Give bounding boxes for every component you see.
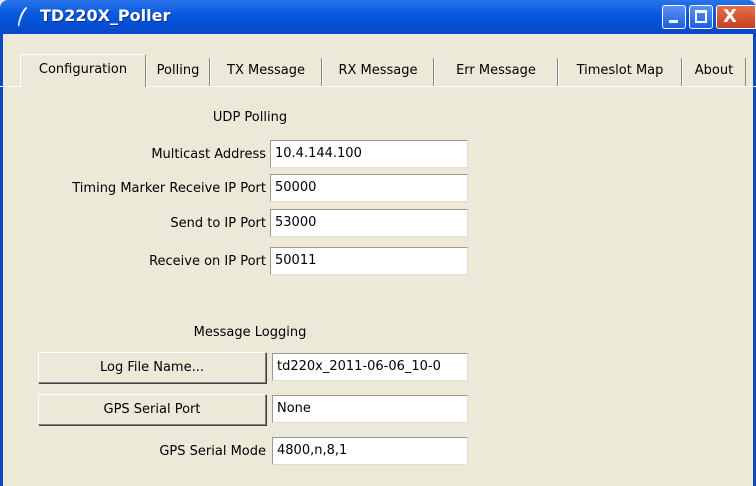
maximize-button[interactable] (689, 5, 713, 29)
log-file-name-input[interactable]: td220x_2011-06-06_10-0 (272, 353, 468, 381)
tab-configuration[interactable]: Configuration (20, 54, 146, 87)
feather-icon (17, 6, 28, 27)
close-button[interactable]: X (716, 5, 756, 29)
send-to-port-input[interactable]: 53000 (270, 209, 468, 237)
title-bar[interactable]: TD220X_Poller X (0, 0, 756, 34)
window-border-left (0, 34, 3, 486)
close-icon: X (723, 6, 737, 27)
multicast-address-input[interactable]: 10.4.144.100 (270, 140, 468, 168)
timing-marker-port-label: Timing Marker Receive IP Port (72, 181, 266, 196)
gps-serial-port-button[interactable]: GPS Serial Port (38, 394, 266, 425)
udp-polling-heading: UDP Polling (212, 110, 288, 125)
tab-polling[interactable]: Polling (146, 58, 210, 86)
app-window: TD220X_Poller X Configuration Polling TX… (0, 0, 756, 486)
window-title: TD220X_Poller (40, 6, 171, 25)
receive-on-port-input[interactable]: 50011 (270, 247, 468, 275)
tab-timeslot-map[interactable]: Timeslot Map (558, 58, 682, 86)
timing-marker-port-input[interactable]: 50000 (270, 174, 468, 202)
gps-serial-mode-label: GPS Serial Mode (159, 444, 266, 459)
send-to-port-label: Send to IP Port (170, 216, 266, 231)
minimize-button[interactable] (662, 5, 686, 29)
receive-on-port-label: Receive on IP Port (149, 254, 266, 269)
gps-serial-mode-input[interactable]: 4800,n,8,1 (272, 437, 468, 465)
multicast-address-label: Multicast Address (151, 147, 266, 162)
tab-err-message[interactable]: Err Message (434, 58, 558, 86)
tab-tx-message[interactable]: TX Message (210, 58, 322, 86)
tab-rx-message[interactable]: RX Message (322, 58, 434, 86)
message-logging-heading: Message Logging (193, 325, 307, 340)
minimize-icon (669, 20, 678, 23)
maximize-icon (695, 10, 707, 23)
tab-about[interactable]: About (682, 58, 746, 86)
gps-serial-port-input[interactable]: None (272, 395, 468, 423)
log-file-name-button[interactable]: Log File Name... (38, 352, 266, 383)
